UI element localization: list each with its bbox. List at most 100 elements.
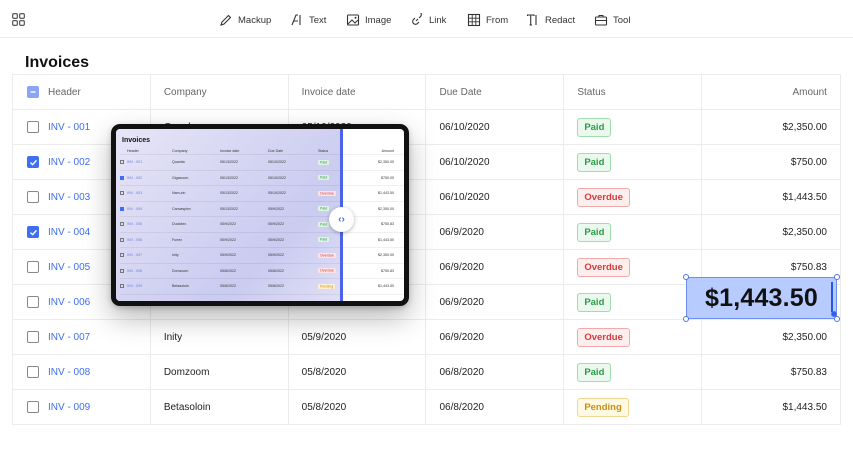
mockup-cell-id: INV - 003 [120, 191, 172, 196]
invoice-link[interactable]: INV - 006 [48, 297, 90, 308]
row-checkbox[interactable] [27, 226, 39, 238]
row-checkbox[interactable] [27, 156, 39, 168]
row-checkbox[interactable] [27, 296, 39, 308]
column-header[interactable]: Amount [793, 87, 827, 98]
mockup-invoice-date: 05/13/2022 [220, 206, 238, 211]
mockup-company: Domzoom [172, 268, 189, 273]
mockup-column-header: Invoice date [220, 148, 240, 153]
invoice-link[interactable]: INV - 003 [48, 192, 90, 203]
table-row[interactable]: INV - 009 Betasoloin 05/8/2020 06/8/2020 Pen… [13, 390, 841, 425]
check-icon [29, 229, 37, 236]
mockup-checkbox [120, 206, 124, 211]
mockup-checkbox [120, 284, 124, 289]
mockup-status-badge: Paid [318, 159, 330, 165]
compare-slider-handle[interactable]: ‹› [329, 207, 354, 232]
tool-link[interactable]: Link [410, 11, 446, 29]
tool-from[interactable]: From [467, 11, 508, 29]
due-date: 06/9/2020 [439, 296, 484, 308]
resize-handle-bottom-right[interactable] [834, 316, 840, 322]
mockup-amount: $2,350.00 [378, 206, 394, 211]
invoice-link[interactable]: INV - 008 [48, 367, 90, 378]
mockup-status-cell: Overdue [318, 268, 350, 274]
invoice-link[interactable]: INV - 004 [48, 227, 90, 238]
row-checkbox[interactable] [27, 261, 39, 273]
status-badge: Paid [577, 362, 612, 382]
check-icon [29, 159, 37, 166]
column-header[interactable]: Due Date [439, 87, 481, 98]
mockup-invoice-id: INV - 008 [127, 268, 143, 273]
tool-label: Link [429, 14, 447, 26]
grid-menu-icon[interactable] [12, 13, 25, 26]
mockup-status-badge: Paid [318, 237, 330, 243]
status-badge: Overdue [577, 257, 630, 277]
row-checkbox[interactable] [27, 191, 39, 203]
invoice-link[interactable]: INV - 002 [48, 157, 90, 168]
amount: $750.83 [790, 366, 827, 378]
due-date: 06/9/2020 [439, 261, 484, 273]
resize-handle-bottom-left[interactable] [683, 316, 689, 322]
mockup-cell-id: INV - 007 [120, 253, 172, 258]
amount: $2,350.00 [782, 121, 827, 133]
chevrons-left-right-icon: ‹› [338, 214, 345, 225]
mockup-status-cell: Overdue [318, 190, 350, 196]
invoice-link[interactable]: INV - 009 [48, 402, 90, 413]
cell-status: Overdue [564, 320, 703, 354]
mockup-due-date: 05/8/2022 [268, 268, 284, 273]
text-caret [831, 282, 833, 312]
row-checkbox[interactable] [27, 121, 39, 133]
mockup-cell-id: INV - 004 [120, 206, 172, 211]
tool-text[interactable]: Text [290, 11, 326, 29]
column-header[interactable]: Invoice date [302, 87, 356, 98]
invoice-link[interactable]: INV - 001 [48, 122, 90, 133]
mockup-due-date: 05/8/2022 [268, 284, 284, 289]
mockup-row: INV - 001 Quantia 05/13/2022 05/10/2022 Paid… [120, 155, 404, 171]
mockup-invoice-id: INV - 001 [127, 160, 143, 165]
amount: $1,443.50 [782, 401, 827, 413]
column-header[interactable]: Status [577, 87, 605, 98]
tool-redact[interactable]: Redact [526, 11, 575, 29]
row-checkbox[interactable] [27, 366, 39, 378]
cell-invoice-date: 05/8/2020 [289, 355, 427, 389]
row-checkbox[interactable] [27, 331, 39, 343]
cell-status: Overdue [564, 180, 703, 214]
invoice-link[interactable]: INV - 005 [48, 262, 90, 273]
tool-mackup[interactable]: Mackup [219, 11, 271, 29]
resize-handle-top-left[interactable] [683, 274, 689, 280]
caret-handle[interactable] [831, 311, 837, 317]
zoomed-amount-textbox[interactable]: $1,443.50 [686, 277, 837, 319]
invoice-link[interactable]: INV - 007 [48, 332, 90, 343]
status-badge: Paid [577, 117, 612, 137]
mockup-due-date: 05/10/2022 [268, 160, 286, 165]
tool-image[interactable]: Image [346, 11, 391, 29]
mockup-company: Betasoloin [172, 284, 189, 289]
invoice-date: 05/9/2020 [301, 331, 347, 343]
text-icon [291, 14, 301, 26]
column-header[interactable]: Header [48, 87, 81, 98]
cell-due-date: 06/8/2020 [426, 390, 565, 424]
table-row[interactable]: INV - 007 Inity 05/9/2020 06/9/2020 Overdue $… [13, 320, 841, 355]
select-all-checkbox[interactable] [27, 86, 39, 98]
mockup-invoice-id: INV - 004 [127, 206, 143, 211]
table-row[interactable]: INV - 008 Domzoom 05/8/2020 06/8/2020 Paid $7… [13, 355, 841, 390]
tablet-mockup[interactable]: Invoices Header Company Invoice date Due… [111, 124, 409, 306]
invoice-date: 05/8/2020 [301, 401, 347, 413]
status-badge: Paid [577, 222, 612, 242]
resize-handle-top-right[interactable] [834, 274, 840, 280]
mockup-company: Gigazoom [172, 175, 189, 180]
mockup-cell-id: INV - 008 [120, 268, 172, 273]
cell-status: Pending [564, 390, 703, 424]
mockup-row: INV - 003 Nam-zin 05/13/2022 05/10/2022 Over… [120, 186, 404, 202]
mockup-status-cell: Paid [318, 175, 350, 181]
mockup-company: Duolotex [172, 222, 187, 227]
row-checkbox[interactable] [27, 401, 39, 413]
due-date: 06/10/2020 [439, 121, 490, 133]
cell-amount: $2,350.00 [702, 320, 841, 354]
page-title: Invoices [25, 54, 90, 71]
pen-icon [220, 14, 232, 26]
tool-label: Tool [613, 14, 631, 26]
company-name: Betasoloin [163, 401, 211, 413]
mockup-cell-id: INV - 002 [120, 175, 172, 180]
mockup-checkbox [120, 237, 124, 242]
column-header[interactable]: Company [164, 87, 207, 98]
tool-tool[interactable]: Tool [594, 11, 630, 29]
